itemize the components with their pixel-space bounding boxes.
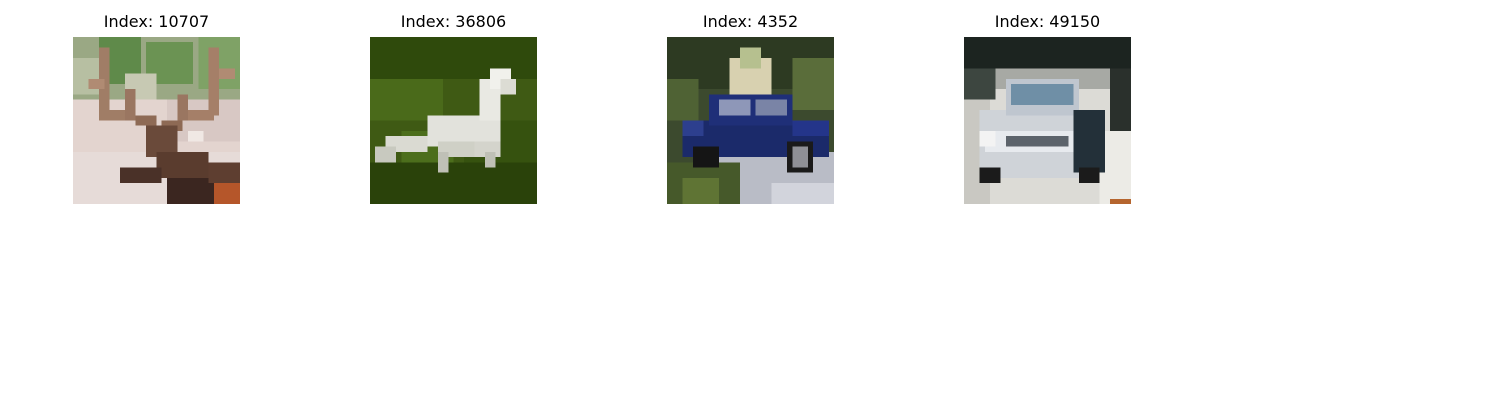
panel-title: Index: 10707 [103,12,210,31]
image-panel: Index: 4352 [667,0,834,204]
image-panel: Index: 49150 [964,0,1131,204]
panel-title: Index: 4352 [702,12,799,31]
horse-image [370,37,537,204]
car-image [667,37,834,204]
image-panel: Index: 36806 [370,0,537,204]
image-panel: Index: 10707 [73,0,240,204]
panel-title: Index: 49150 [994,12,1101,31]
car-image [964,37,1131,204]
deer-image [73,37,240,204]
panel-title: Index: 36806 [400,12,507,31]
